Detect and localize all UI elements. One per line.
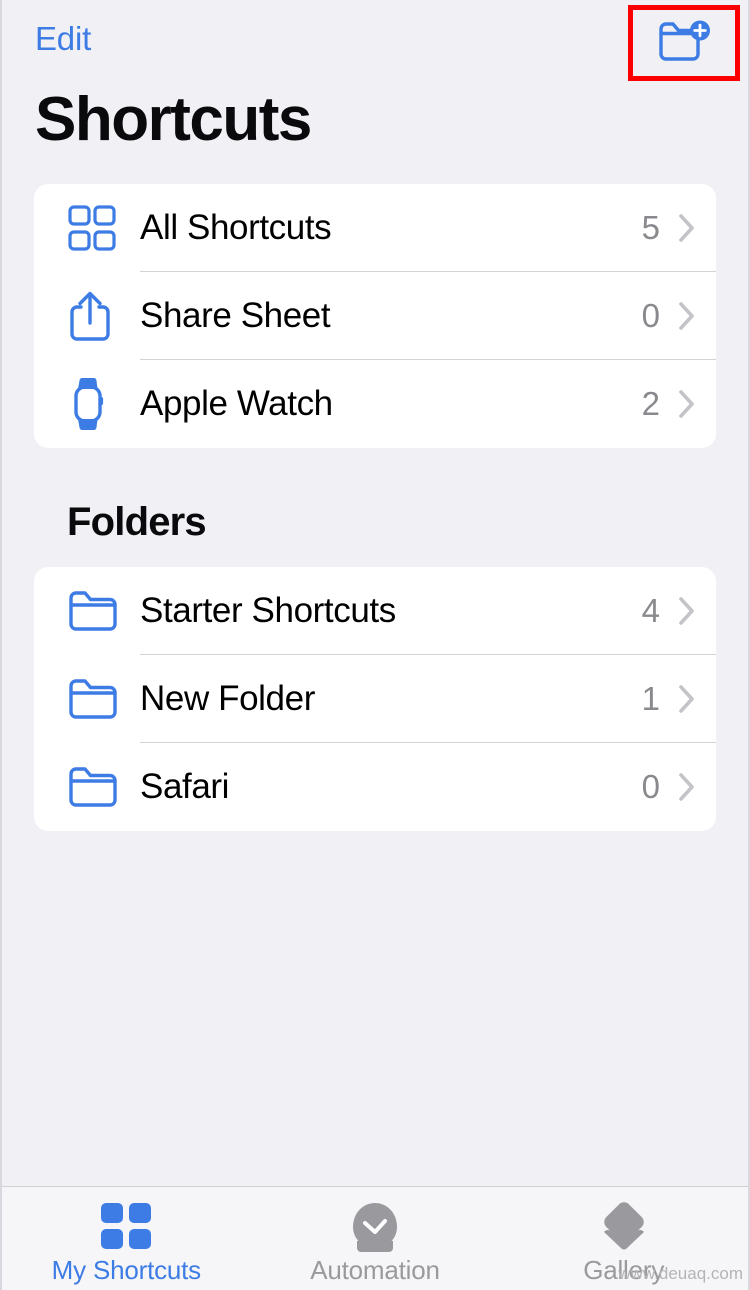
chevron-right-icon [676, 596, 698, 626]
list-item-starter-shortcuts[interactable]: Starter Shortcuts 4 [34, 567, 716, 655]
grid-icon [68, 205, 122, 251]
apple-watch-icon [68, 377, 122, 431]
list-item-label: Share Sheet [140, 296, 331, 335]
site-watermark: www.deuaq.com [618, 1264, 743, 1283]
list-item-label: Apple Watch [140, 384, 333, 423]
list-item-label: All Shortcuts [140, 208, 332, 247]
list-item-safari[interactable]: Safari 0 [34, 743, 716, 831]
tab-label: Automation [310, 1255, 440, 1285]
list-item-count: 1 [641, 680, 660, 717]
shortcuts-list-card: All Shortcuts 5 Share Sheet 0 Apple Watc… [34, 184, 716, 448]
chevron-right-icon [676, 213, 698, 243]
new-folder-button-highlight[interactable] [628, 5, 740, 81]
chevron-right-icon [676, 301, 698, 331]
list-item-count: 0 [641, 297, 660, 334]
list-item-count: 0 [641, 768, 660, 805]
tab-automation[interactable]: Automation [251, 1187, 500, 1290]
list-item-count: 5 [641, 209, 660, 246]
tab-bar: My Shortcuts Automation Gallery www.deua… [2, 1186, 748, 1290]
checkmark-circle-icon [349, 1201, 401, 1253]
folder-plus-icon [657, 19, 711, 68]
list-item-share-sheet[interactable]: Share Sheet 0 [34, 272, 716, 360]
chevron-right-icon [676, 684, 698, 714]
folder-icon [68, 589, 122, 633]
list-item-new-folder[interactable]: New Folder 1 [34, 655, 716, 743]
list-item-label: Starter Shortcuts [140, 591, 396, 630]
folder-icon [68, 677, 122, 721]
chevron-right-icon [676, 389, 698, 419]
tab-label: My Shortcuts [51, 1255, 202, 1285]
title-spacer [2, 156, 748, 184]
folders-section-heading: Folders [67, 500, 207, 544]
share-sheet-icon [68, 290, 122, 342]
list-item-all-shortcuts[interactable]: All Shortcuts 5 [34, 184, 716, 272]
list-item-apple-watch[interactable]: Apple Watch 2 [34, 360, 716, 448]
tab-my-shortcuts[interactable]: My Shortcuts [2, 1187, 251, 1290]
stacked-diamonds-icon [597, 1201, 651, 1253]
chevron-right-icon [676, 772, 698, 802]
list-item-label: New Folder [140, 679, 315, 718]
shortcuts-app-screen: Edit Shortcuts All Shortcuts 5 Share She… [0, 0, 750, 1290]
navigation-bar: Edit [2, 0, 748, 84]
page-title: Shortcuts [35, 85, 312, 154]
folders-list-card: Starter Shortcuts 4 New Folder 1 Safari … [34, 567, 716, 831]
grid-filled-icon [100, 1201, 152, 1253]
list-item-label: Safari [140, 767, 230, 806]
edit-button[interactable]: Edit [35, 20, 91, 58]
list-item-count: 2 [641, 385, 660, 422]
folder-icon [68, 765, 122, 809]
list-item-count: 4 [641, 592, 660, 629]
